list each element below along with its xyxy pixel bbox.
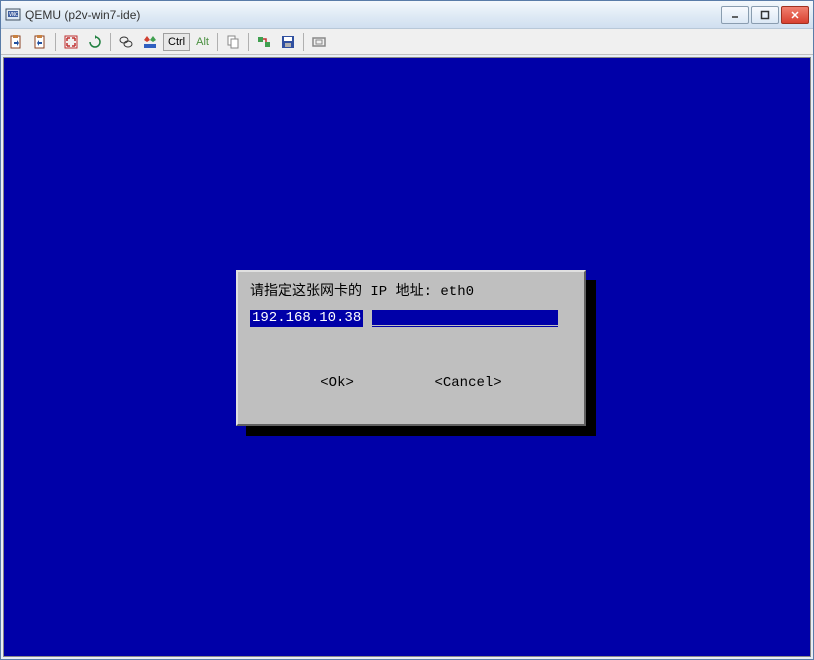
refresh-icon[interactable] (84, 32, 106, 52)
transfer-icon[interactable] (253, 32, 275, 52)
text-cursor (363, 310, 372, 327)
ip-input-value: 192.168.10.38 (250, 310, 363, 327)
separator (110, 33, 111, 51)
separator (55, 33, 56, 51)
clipboard-out-icon[interactable] (5, 32, 27, 52)
ctrl-button[interactable]: Ctrl (163, 33, 190, 51)
ip-input[interactable]: 192.168.10.38 (250, 310, 558, 327)
clipboard-in-icon[interactable] (29, 32, 51, 52)
vm-display[interactable]: 请指定这张网卡的 IP 地址: eth0 192.168.10.38 <Ok> … (3, 57, 811, 657)
alt-button[interactable]: Alt (192, 34, 213, 50)
separator (217, 33, 218, 51)
input-padding (372, 310, 558, 327)
dialog-buttons: <Ok> <Cancel> (250, 375, 572, 391)
copy-icon[interactable] (222, 32, 244, 52)
app-icon: VNC (5, 7, 21, 23)
titlebar[interactable]: VNC QEMU (p2v-win7-ide) (1, 1, 813, 29)
ip-config-dialog: 请指定这张网卡的 IP 地址: eth0 192.168.10.38 <Ok> … (236, 270, 586, 426)
window-title: QEMU (p2v-win7-ide) (25, 8, 721, 22)
minimize-button[interactable] (721, 6, 749, 24)
scale-icon[interactable] (308, 32, 330, 52)
ok-button[interactable]: <Ok> (320, 375, 354, 391)
separator (303, 33, 304, 51)
window-controls (721, 6, 809, 24)
maximize-button[interactable] (751, 6, 779, 24)
close-button[interactable] (781, 6, 809, 24)
fullscreen-icon[interactable] (60, 32, 82, 52)
cancel-button[interactable]: <Cancel> (434, 375, 501, 391)
cad-icon[interactable] (115, 32, 137, 52)
toolbar: Ctrl Alt (1, 29, 813, 55)
separator (248, 33, 249, 51)
save-icon[interactable] (277, 32, 299, 52)
dialog-prompt: 请指定这张网卡的 IP 地址: eth0 (250, 280, 572, 300)
svg-text:VNC: VNC (9, 12, 18, 18)
qemu-window: VNC QEMU (p2v-win7-ide) (0, 0, 814, 660)
start-icon[interactable] (139, 32, 161, 52)
